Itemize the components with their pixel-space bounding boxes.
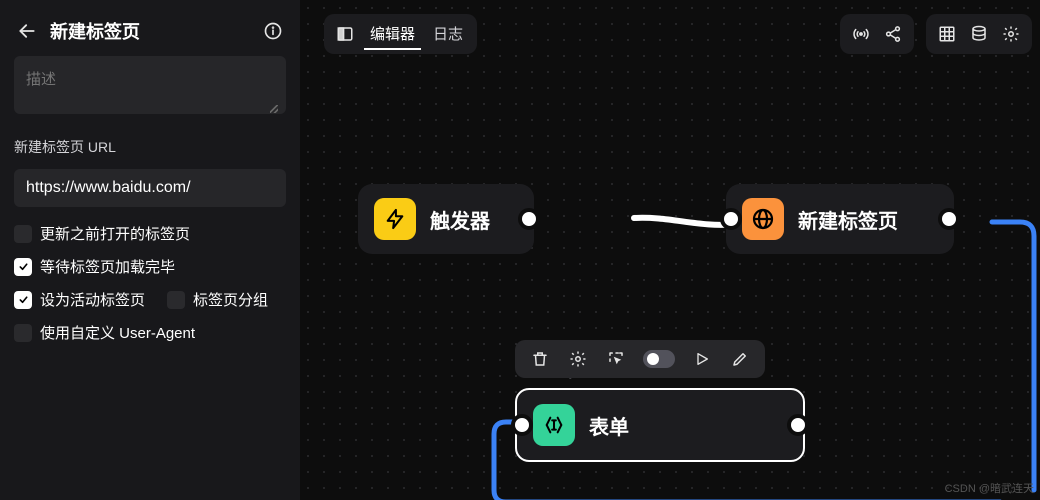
check-tab-group[interactable]: 标签页分组 [167,289,268,310]
tabs-pill: 编辑器 日志 [324,14,477,54]
description-wrap [14,56,286,119]
play-icon[interactable] [691,348,713,370]
node-label: 表单 [589,411,629,440]
gear-icon[interactable] [567,348,589,370]
back-arrow-icon[interactable] [14,18,40,44]
url-label: 新建标签页 URL [14,137,286,157]
description-input[interactable] [14,56,286,114]
check-label: 更新之前打开的标签页 [40,223,190,244]
form-icon [533,404,575,446]
port-out[interactable] [787,414,809,436]
broadcast-icon[interactable] [848,21,874,47]
node-form[interactable]: 9mvqnf3 表单 [515,388,805,462]
pill-view [926,14,1032,54]
delete-icon[interactable] [529,348,551,370]
node-label: 触发器 [430,205,490,234]
checkbox-icon [14,225,32,243]
share-icon[interactable] [880,21,906,47]
sidebar-toggle-icon[interactable] [332,21,358,47]
port-out[interactable] [938,208,960,230]
database-icon[interactable] [966,21,992,47]
node-new-tab[interactable]: 新建标签页 [726,184,954,254]
node-toolbar [515,340,765,378]
checkbox-icon [14,258,32,276]
lightning-icon [374,198,416,240]
check-label: 等待标签页加载完毕 [40,256,175,277]
tab-editor[interactable]: 编辑器 [364,19,421,50]
top-left-toolbar: 编辑器 日志 [324,14,477,54]
edit-icon[interactable] [729,348,751,370]
check-custom-ua[interactable]: 使用自定义 User-Agent [14,322,286,343]
url-input[interactable] [14,169,286,207]
check-label: 使用自定义 User-Agent [40,322,195,343]
check-wait-load[interactable]: 等待标签页加载完毕 [14,256,286,277]
sidebar: 新建标签页 新建标签页 URL 更新之前打开的标签页 等待标签页加载完毕 设为活… [0,0,300,500]
watermark: CSDN @暗武连天 [945,480,1034,496]
port-in[interactable] [511,414,533,436]
select-icon[interactable] [605,348,627,370]
node-trigger[interactable]: 触发器 [358,184,534,254]
top-right-toolbar [840,14,1032,54]
check-update-prev[interactable]: 更新之前打开的标签页 [14,223,286,244]
enable-toggle[interactable] [643,350,675,368]
grid-icon[interactable] [934,21,960,47]
check-row-active-group: 设为活动标签页 标签页分组 [14,289,286,310]
sidebar-header: 新建标签页 [14,18,286,44]
check-set-active[interactable]: 设为活动标签页 [14,289,145,310]
info-icon[interactable] [260,18,286,44]
port-out[interactable] [518,208,540,230]
sidebar-title: 新建标签页 [50,18,250,44]
port-in[interactable] [720,208,742,230]
checkbox-icon [14,291,32,309]
checkbox-icon [14,324,32,342]
check-label: 设为活动标签页 [40,289,145,310]
node-label: 新建标签页 [798,205,898,234]
canvas[interactable]: 编辑器 日志 [300,0,1040,500]
settings-icon[interactable] [998,21,1024,47]
pill-share [840,14,914,54]
tab-log[interactable]: 日志 [427,19,469,50]
checkbox-icon [167,291,185,309]
check-label: 标签页分组 [193,289,268,310]
globe-icon [742,198,784,240]
